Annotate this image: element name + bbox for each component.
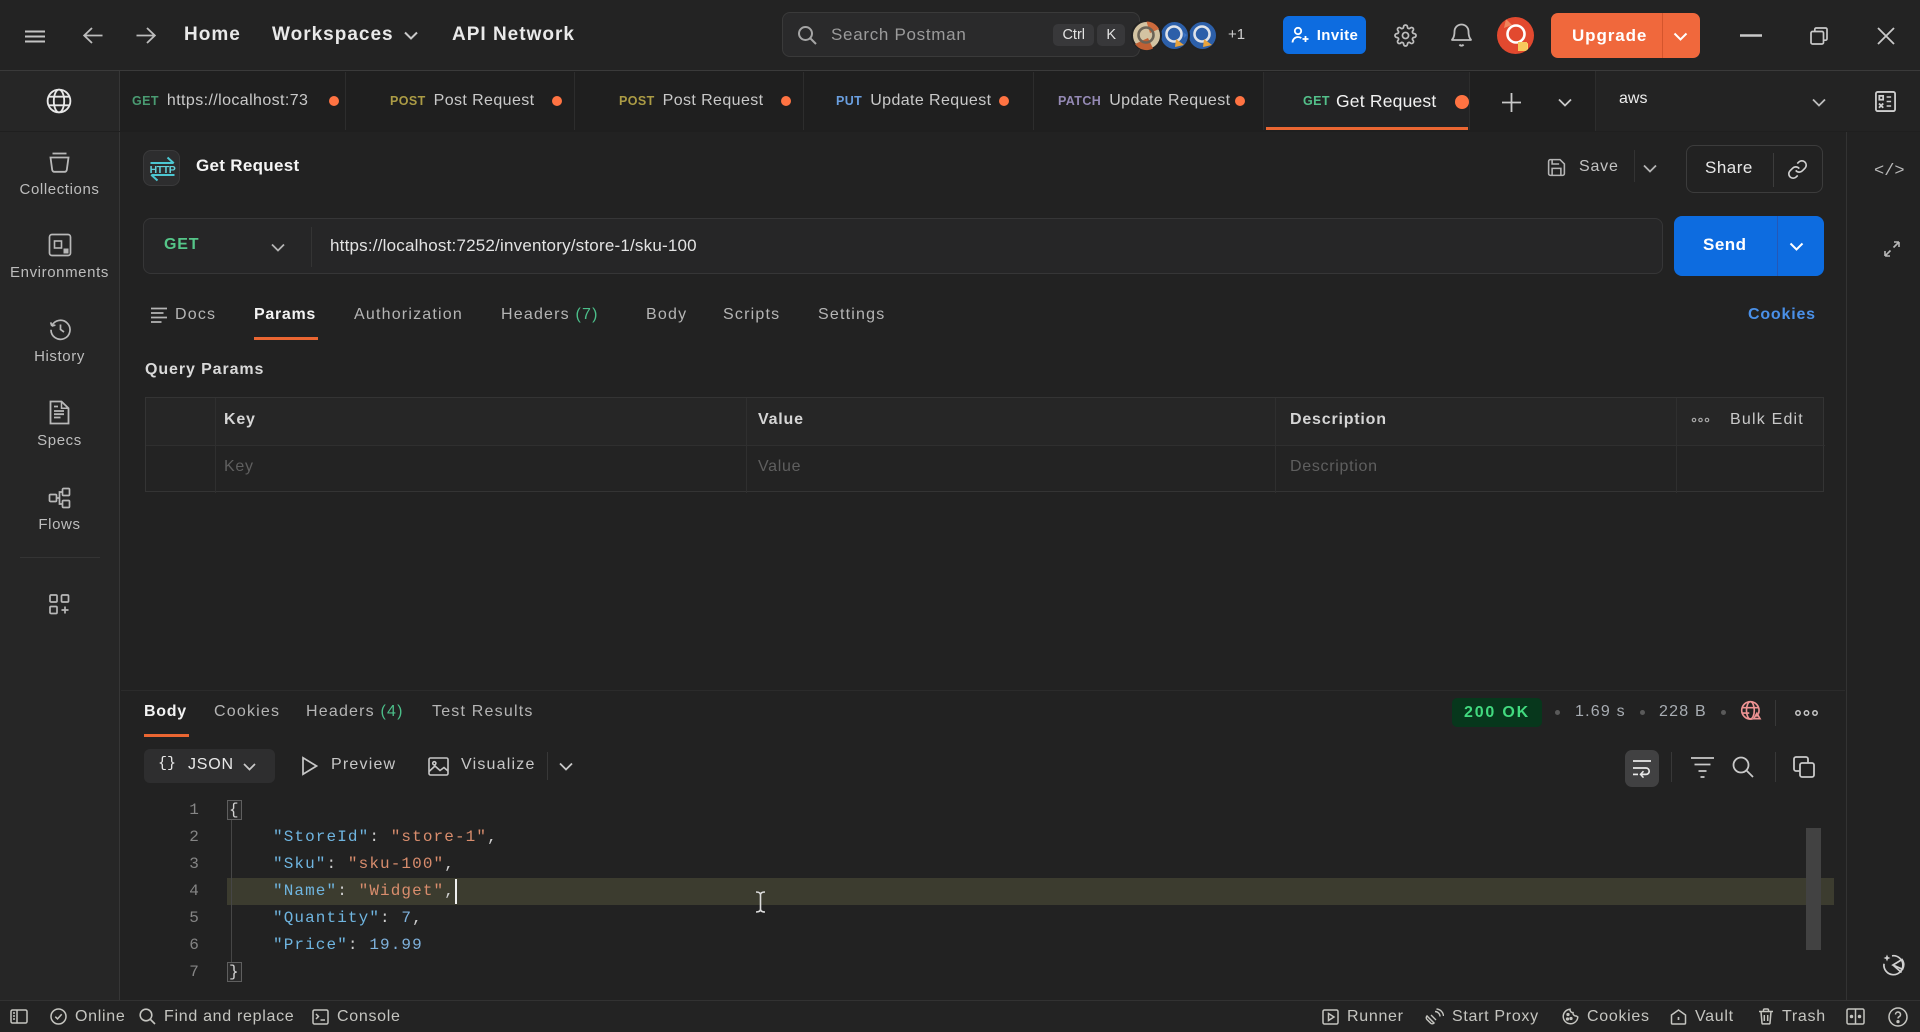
svg-text:HTTP: HTTP bbox=[150, 164, 176, 176]
